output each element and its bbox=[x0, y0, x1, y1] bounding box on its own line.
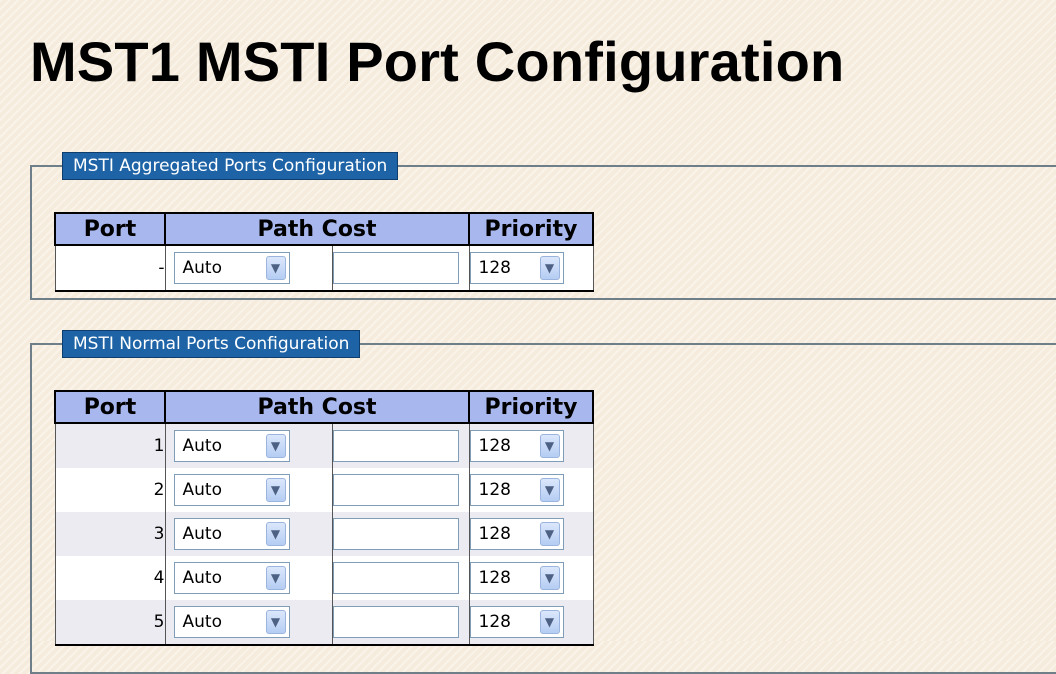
path-cost-value-input[interactable] bbox=[333, 606, 460, 638]
path-cost-mode-value: Auto bbox=[182, 568, 222, 588]
priority-select[interactable]: 128 ▼ bbox=[469, 430, 564, 462]
column-header-priority: Priority bbox=[468, 390, 594, 424]
aggregated-ports-table: Port Path Cost Priority - Auto ▼ 128 ▼ bbox=[54, 212, 594, 292]
chevron-down-icon[interactable]: ▼ bbox=[539, 256, 560, 280]
chevron-down-icon[interactable]: ▼ bbox=[265, 256, 286, 280]
port-number: 2 bbox=[54, 468, 166, 512]
column-header-path-cost: Path Cost bbox=[164, 390, 470, 424]
port-number: 1 bbox=[54, 423, 166, 468]
chevron-down-icon[interactable]: ▼ bbox=[539, 610, 560, 634]
table-header-row: Port Path Cost Priority bbox=[54, 212, 594, 246]
priority-value: 128 bbox=[478, 436, 511, 456]
path-cost-mode-value: Auto bbox=[182, 258, 222, 278]
priority-value: 128 bbox=[478, 612, 511, 632]
path-cost-mode-select[interactable]: Auto ▼ bbox=[173, 606, 290, 638]
table-row: 2 Auto ▼ 128 ▼ bbox=[54, 468, 594, 512]
path-cost-mode-select[interactable]: Auto ▼ bbox=[173, 518, 290, 550]
normal-ports-group: MSTI Normal Ports Configuration Port Pat… bbox=[30, 330, 1056, 674]
normal-ports-legend: MSTI Normal Ports Configuration bbox=[62, 330, 361, 358]
table-header-row: Port Path Cost Priority bbox=[54, 390, 594, 424]
aggregated-ports-group: MSTI Aggregated Ports Configuration Port… bbox=[30, 152, 1056, 300]
path-cost-value-input[interactable] bbox=[333, 518, 460, 550]
chevron-down-icon[interactable]: ▼ bbox=[539, 566, 560, 590]
table-row: 3 Auto ▼ 128 ▼ bbox=[54, 512, 594, 556]
port-number: 4 bbox=[54, 556, 166, 600]
path-cost-value-input[interactable] bbox=[333, 252, 460, 284]
chevron-down-icon[interactable]: ▼ bbox=[265, 434, 286, 458]
priority-select[interactable]: 128 ▼ bbox=[469, 562, 564, 594]
port-number: - bbox=[54, 245, 166, 292]
path-cost-value-input[interactable] bbox=[333, 562, 460, 594]
page: MST1 MSTI Port Configuration MSTI Aggreg… bbox=[0, 0, 1056, 674]
path-cost-mode-value: Auto bbox=[182, 436, 222, 456]
table-row: 1 Auto ▼ 128 ▼ bbox=[54, 423, 594, 468]
priority-value: 128 bbox=[478, 524, 511, 544]
normal-ports-table: Port Path Cost Priority 1 Auto ▼ 128 ▼ 2… bbox=[54, 390, 594, 646]
chevron-down-icon[interactable]: ▼ bbox=[539, 478, 560, 502]
path-cost-mode-select[interactable]: Auto ▼ bbox=[173, 562, 290, 594]
column-header-port: Port bbox=[54, 212, 166, 246]
path-cost-mode-value: Auto bbox=[182, 480, 222, 500]
path-cost-mode-select[interactable]: Auto ▼ bbox=[173, 430, 290, 462]
chevron-down-icon[interactable]: ▼ bbox=[265, 610, 286, 634]
column-header-port: Port bbox=[54, 390, 166, 424]
path-cost-value-input[interactable] bbox=[333, 474, 460, 506]
chevron-down-icon[interactable]: ▼ bbox=[265, 566, 286, 590]
path-cost-mode-value: Auto bbox=[182, 524, 222, 544]
priority-select[interactable]: 128 ▼ bbox=[469, 518, 564, 550]
port-number: 5 bbox=[54, 600, 166, 646]
priority-value: 128 bbox=[478, 258, 511, 278]
table-row: 5 Auto ▼ 128 ▼ bbox=[54, 600, 594, 646]
priority-select[interactable]: 128 ▼ bbox=[469, 252, 564, 284]
priority-select[interactable]: 128 ▼ bbox=[469, 606, 564, 638]
chevron-down-icon[interactable]: ▼ bbox=[539, 522, 560, 546]
path-cost-mode-select[interactable]: Auto ▼ bbox=[173, 474, 290, 506]
aggregated-ports-legend: MSTI Aggregated Ports Configuration bbox=[62, 152, 399, 180]
chevron-down-icon[interactable]: ▼ bbox=[265, 478, 286, 502]
priority-value: 128 bbox=[478, 568, 511, 588]
path-cost-mode-value: Auto bbox=[182, 612, 222, 632]
page-title: MST1 MSTI Port Configuration bbox=[30, 30, 845, 93]
column-header-priority: Priority bbox=[468, 212, 594, 246]
priority-select[interactable]: 128 ▼ bbox=[469, 474, 564, 506]
table-row: - Auto ▼ 128 ▼ bbox=[54, 245, 594, 292]
table-row: 4 Auto ▼ 128 ▼ bbox=[54, 556, 594, 600]
column-header-path-cost: Path Cost bbox=[164, 212, 470, 246]
chevron-down-icon[interactable]: ▼ bbox=[265, 522, 286, 546]
path-cost-value-input[interactable] bbox=[333, 430, 460, 462]
priority-value: 128 bbox=[478, 480, 511, 500]
port-number: 3 bbox=[54, 512, 166, 556]
chevron-down-icon[interactable]: ▼ bbox=[539, 434, 560, 458]
path-cost-mode-select[interactable]: Auto ▼ bbox=[173, 252, 290, 284]
